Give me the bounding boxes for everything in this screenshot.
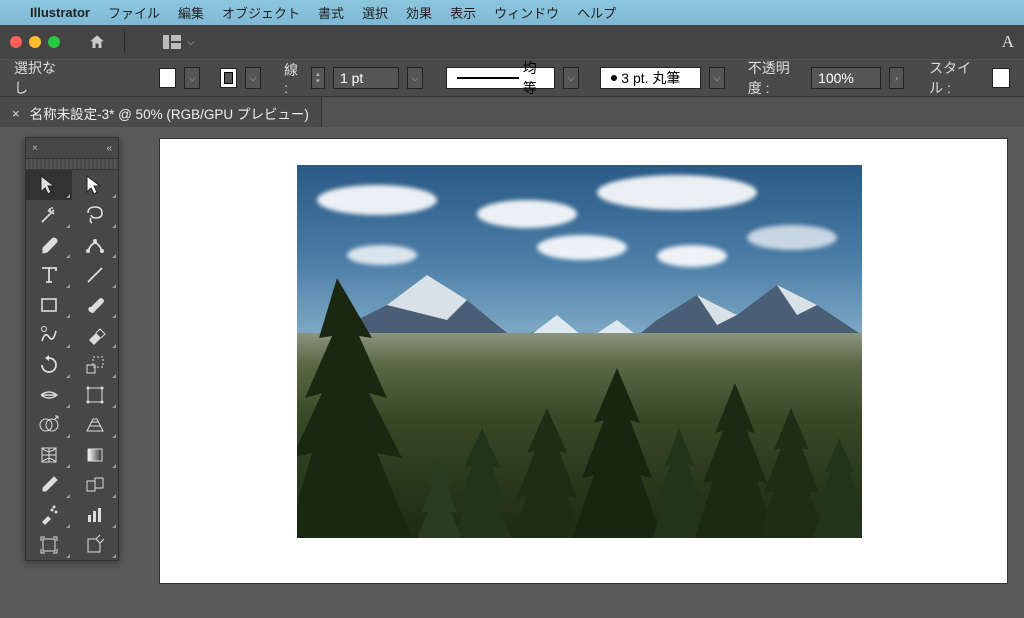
stroke-label: 線 : [284,60,303,96]
opacity-field[interactable]: 100% [811,67,881,89]
chevron-down-icon: ⌵ [187,37,195,48]
menu-type[interactable]: 書式 [318,3,344,22]
stroke-dropdown[interactable]: ⌵ [245,67,261,89]
brush-dropdown[interactable]: ⌵ [709,67,725,89]
menu-edit[interactable]: 編集 [178,3,204,22]
document-tab-bar: × 名称未設定-3* @ 50% (RGB/GPU プレビュー) [0,97,1024,130]
separator [124,31,125,53]
tool-shaper[interactable] [26,320,72,350]
close-panel-icon[interactable]: × [32,143,38,154]
minimize-window-button[interactable] [29,36,41,48]
style-swatch[interactable] [992,68,1010,88]
zoom-window-button[interactable] [48,36,60,48]
close-tab-icon[interactable]: × [12,106,20,121]
stroke-weight-field[interactable]: 1 pt [333,67,399,89]
tool-shape-builder[interactable] [26,410,72,440]
panel-grip[interactable] [26,159,118,170]
tool-eyedropper[interactable] [26,470,72,500]
tool-eraser[interactable] [72,320,118,350]
document-tab[interactable]: × 名称未設定-3* @ 50% (RGB/GPU プレビュー) [0,97,322,129]
tool-artboard[interactable] [26,530,72,560]
tool-rectangle[interactable] [26,290,72,320]
tools-panel[interactable]: × « [25,137,119,561]
fill-dropdown[interactable]: ⌵ [184,67,200,89]
canvas-area[interactable]: × « [0,127,1024,618]
menu-file[interactable]: ファイル [108,3,160,22]
stroke-profile-field[interactable]: 均等 [446,67,555,89]
menu-help[interactable]: ヘルプ [577,3,616,22]
app-window: ⌵ A 選択なし ⌵ ⌵ 線 : ▴▾ 1 pt ⌵ 均等 ⌵ 3 pt. 丸筆… [0,25,1024,618]
menu-select[interactable]: 選択 [362,3,388,22]
close-window-button[interactable] [10,36,22,48]
tool-line[interactable] [72,260,118,290]
tool-gradient[interactable] [72,440,118,470]
stroke-sample-icon [457,77,519,79]
tool-free-transform[interactable] [72,380,118,410]
control-bar: 選択なし ⌵ ⌵ 線 : ▴▾ 1 pt ⌵ 均等 ⌵ 3 pt. 丸筆 ⌵ 不… [0,59,1024,97]
search-adobe-icon[interactable]: A [1002,32,1014,52]
tool-selection[interactable] [26,170,72,200]
home-button[interactable] [88,33,106,51]
tools-panel-header[interactable]: × « [26,138,118,159]
tool-column-graph[interactable] [72,500,118,530]
tool-perspective[interactable] [72,410,118,440]
stroke-swatch[interactable] [220,68,238,88]
tool-rotate[interactable] [26,350,72,380]
artboard[interactable] [160,139,1007,583]
window-controls [10,36,60,48]
tool-symbol-sprayer[interactable] [26,500,72,530]
menu-object[interactable]: オブジェクト [222,3,300,22]
menu-view[interactable]: 表示 [450,3,476,22]
macos-menubar: Illustrator ファイル 編集 オブジェクト 書式 選択 効果 表示 ウ… [0,0,1024,25]
tool-width[interactable] [26,380,72,410]
stroke-weight-stepper[interactable]: ▴▾ [311,67,325,89]
tool-paintbrush[interactable] [72,290,118,320]
opacity-label: 不透明度 : [748,58,803,98]
menu-window[interactable]: ウィンドウ [494,3,559,22]
tool-lasso[interactable] [72,200,118,230]
opacity-dropdown[interactable]: › [889,67,905,89]
tool-mesh[interactable] [26,440,72,470]
tool-blend[interactable] [72,470,118,500]
stroke-profile-dropdown[interactable]: ⌵ [563,67,579,89]
window-titlebar: ⌵ A [0,25,1024,59]
style-label: スタイル : [929,58,984,98]
tool-type[interactable] [26,260,72,290]
tool-pen[interactable] [26,230,72,260]
document-tab-title: 名称未設定-3* @ 50% (RGB/GPU プレビュー) [30,103,309,123]
arrange-documents-button[interactable]: ⌵ [163,35,195,49]
tool-direct-selection[interactable] [72,170,118,200]
tool-magic-wand[interactable] [26,200,72,230]
menu-effect[interactable]: 効果 [406,3,432,22]
tool-curvature[interactable] [72,230,118,260]
placed-image[interactable] [297,165,862,538]
brush-sample-icon [611,75,617,81]
stroke-weight-dropdown[interactable]: ⌵ [407,67,423,89]
tool-slice[interactable] [72,530,118,560]
collapse-panel-icon[interactable]: « [106,143,112,154]
tool-scale[interactable] [72,350,118,380]
brush-field[interactable]: 3 pt. 丸筆 [600,67,701,89]
app-menu[interactable]: Illustrator [30,5,90,20]
fill-swatch[interactable] [159,68,177,88]
selection-status-label: 選択なし [14,58,63,98]
